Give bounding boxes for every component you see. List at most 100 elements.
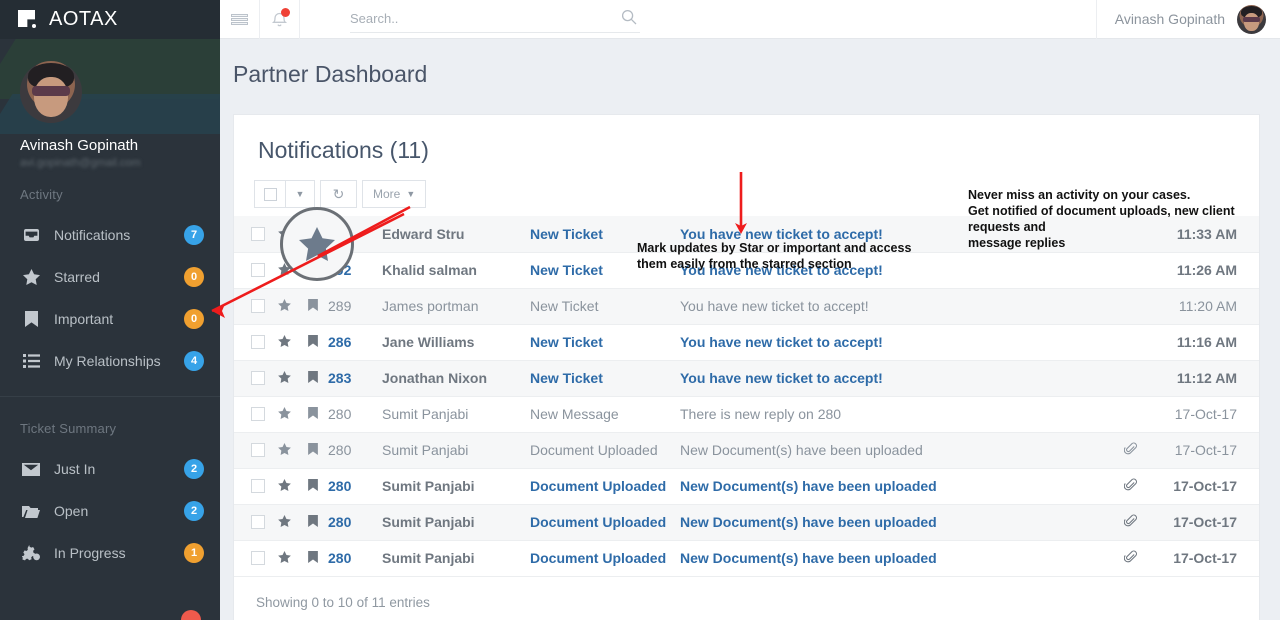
row-ticket-id[interactable]: 286 — [328, 324, 382, 360]
row-activity-type[interactable]: New Ticket — [530, 252, 680, 288]
more-button[interactable]: More ▼ — [362, 180, 427, 208]
sidebar-item-important[interactable]: Important 0 — [0, 298, 220, 340]
sidebar-item-label: Open — [54, 503, 89, 519]
row-message[interactable]: There is new reply on 280 — [680, 396, 1111, 432]
sidebar-item-open[interactable]: Open 2 — [0, 490, 220, 532]
star-icon[interactable] — [270, 324, 298, 360]
notifications-toolbar: ▼ ↻ More ▼ — [234, 164, 1259, 208]
sidebar-item-notifications[interactable]: Notifications 7 — [0, 214, 220, 256]
bookmark-icon[interactable] — [298, 288, 328, 324]
row-checkbox[interactable] — [234, 396, 270, 432]
row-activity-type[interactable]: New Ticket — [530, 360, 680, 396]
row-activity-type[interactable]: Document Uploaded — [530, 468, 680, 504]
table-row[interactable]: 295Edward StruNew TicketYou have new tic… — [234, 216, 1259, 252]
bookmark-icon[interactable] — [298, 432, 328, 468]
row-activity-type[interactable]: Document Uploaded — [530, 432, 680, 468]
row-checkbox[interactable] — [234, 360, 270, 396]
row-ticket-id[interactable]: 289 — [328, 288, 382, 324]
row-checkbox[interactable] — [234, 216, 270, 252]
app-root: AOTAX Avinash Gopinath avi.gopinath@gmai… — [0, 0, 1280, 620]
row-ticket-id[interactable]: 280 — [328, 396, 382, 432]
notifications-table: 295Edward StruNew TicketYou have new tic… — [234, 216, 1259, 577]
sidebar-item-label: In Progress — [54, 545, 126, 561]
table-row[interactable]: 292Khalid salmanNew TicketYou have new t… — [234, 252, 1259, 288]
chevron-down-icon: ▼ — [406, 189, 416, 199]
row-timestamp: 11:20 AM — [1178, 298, 1237, 314]
star-icon[interactable] — [270, 360, 298, 396]
refresh-button[interactable]: ↻ — [320, 180, 357, 208]
sidebar-item-label: My Relationships — [54, 353, 161, 369]
brand-logo[interactable]: AOTAX — [0, 0, 220, 39]
table-row[interactable]: 280 Sumit Panjabi New Message There is new … — [234, 396, 1259, 432]
sidebar-item-in-progress[interactable]: In Progress 1 — [0, 532, 220, 574]
row-client-name: Sumit Panjabi — [382, 442, 469, 458]
sidebar-item-label: Notifications — [54, 227, 131, 243]
avatar[interactable] — [20, 61, 82, 123]
row-activity-type[interactable]: Document Uploaded — [530, 540, 680, 576]
table-row[interactable]: 280 Sumit Panjabi Document Uploaded New Doc… — [234, 468, 1259, 504]
sidebar-item-starred[interactable]: Starred 0 — [0, 256, 220, 298]
row-checkbox[interactable] — [234, 540, 270, 576]
row-checkbox[interactable] — [234, 252, 270, 288]
row-ticket-id[interactable]: 280 — [328, 504, 382, 540]
sidebar-item-just-in[interactable]: Just In 2 — [0, 448, 220, 490]
search-box[interactable] — [350, 5, 640, 33]
refresh-icon: ↻ — [332, 185, 345, 202]
row-activity-type[interactable]: New Message — [530, 396, 680, 432]
row-ticket-id[interactable]: 283 — [328, 360, 382, 396]
table-row[interactable]: 283 Jonathan Nixon New Ticket You have new … — [234, 360, 1259, 396]
row-timestamp: 17-Oct-17 — [1174, 406, 1237, 422]
table-row[interactable]: 280 Sumit Panjabi Document Uploaded New Doc… — [234, 540, 1259, 576]
table-row[interactable]: 280 Sumit Panjabi Document Uploaded New Doc… — [234, 504, 1259, 540]
bookmark-icon[interactable] — [298, 504, 328, 540]
row-message[interactable]: New Document(s) have been uploaded — [680, 504, 1111, 540]
row-message[interactable]: You have new ticket to accept! — [680, 324, 1111, 360]
bookmark-icon[interactable] — [298, 468, 328, 504]
hamburger-icon[interactable] — [220, 0, 260, 39]
row-activity-type[interactable]: New Ticket — [530, 324, 680, 360]
select-dropdown-button[interactable]: ▼ — [285, 180, 315, 208]
row-message[interactable]: You have new ticket to accept! — [680, 360, 1111, 396]
row-message[interactable]: You have new ticket to accept! — [680, 252, 1111, 288]
bell-icon[interactable] — [260, 0, 300, 39]
star-icon[interactable] — [270, 396, 298, 432]
row-message[interactable]: New Document(s) have been uploaded — [680, 468, 1111, 504]
star-icon[interactable] — [270, 468, 298, 504]
row-message[interactable]: New Document(s) have been uploaded — [680, 540, 1111, 576]
user-menu[interactable]: Avinash Gopinath — [1095, 0, 1280, 39]
star-icon[interactable] — [270, 504, 298, 540]
main-content: Partner Dashboard Notifications (11) ▼ ↻… — [220, 39, 1280, 620]
row-message[interactable]: New Document(s) have been uploaded — [680, 432, 1111, 468]
row-activity-type[interactable]: New Ticket — [530, 216, 680, 252]
bookmark-icon[interactable] — [298, 396, 328, 432]
table-row[interactable]: 280 Sumit Panjabi Document Uploaded New Doc… — [234, 432, 1259, 468]
search-input[interactable] — [350, 5, 600, 31]
table-row[interactable]: 286 Jane Williams New Ticket You have new t… — [234, 324, 1259, 360]
row-ticket-id[interactable]: 280 — [328, 432, 382, 468]
row-checkbox[interactable] — [234, 468, 270, 504]
row-ticket-id[interactable]: 280 — [328, 540, 382, 576]
row-checkbox[interactable] — [234, 504, 270, 540]
row-activity-type[interactable]: New Ticket — [530, 288, 680, 324]
row-message[interactable]: You have new ticket to accept! — [680, 288, 1111, 324]
row-activity-type[interactable]: Document Uploaded — [530, 504, 680, 540]
bookmark-icon[interactable] — [298, 540, 328, 576]
table-row[interactable]: 289 James portman New Ticket You have new t… — [234, 288, 1259, 324]
row-ticket-id[interactable]: 280 — [328, 468, 382, 504]
row-checkbox[interactable] — [234, 324, 270, 360]
bookmark-icon[interactable] — [298, 324, 328, 360]
row-client-name: Jane Williams — [382, 334, 475, 350]
star-icon[interactable] — [270, 540, 298, 576]
avatar[interactable] — [1237, 4, 1266, 34]
bookmark-icon[interactable] — [298, 360, 328, 396]
row-message[interactable]: You have new ticket to accept! — [680, 216, 1111, 252]
search-icon[interactable] — [621, 9, 637, 30]
sidebar-item-my-relationships[interactable]: My Relationships 4 — [0, 340, 220, 382]
row-checkbox[interactable] — [234, 432, 270, 468]
star-icon[interactable] — [270, 432, 298, 468]
inbox-icon — [20, 228, 42, 242]
row-timestamp: 11:16 AM — [1176, 334, 1237, 350]
row-checkbox[interactable] — [234, 288, 270, 324]
select-all-checkbox[interactable] — [254, 180, 286, 208]
star-icon[interactable] — [270, 288, 298, 324]
